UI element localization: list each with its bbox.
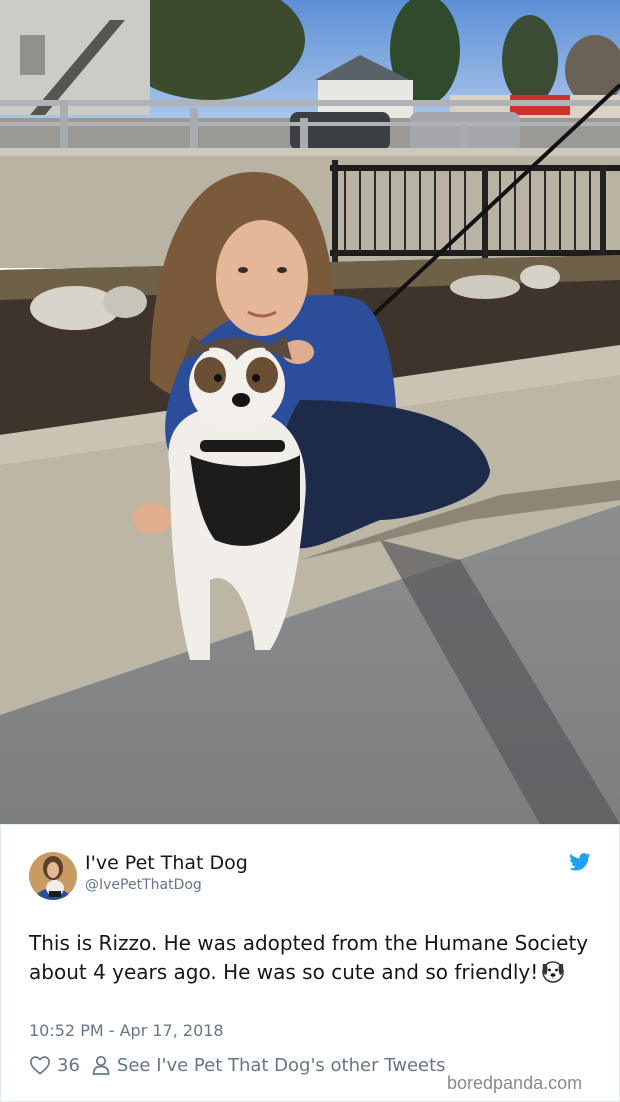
avatar[interactable] [29,852,77,900]
avatar-image [29,852,77,900]
heart-icon[interactable] [29,1055,51,1075]
tweet-screenshot: I've Pet That Dog @IvePetThatDog This is… [0,0,620,1102]
like-count[interactable]: 36 [57,1055,80,1076]
tweet-actions: 36 See I've Pet That Dog's other Tweets [29,1053,446,1077]
person-icon [92,1055,110,1075]
tweet-text: This is Rizzo. He was adopted from the H… [29,929,589,987]
watermark: boredpanda.com [447,1073,583,1093]
twitter-bird-icon[interactable] [569,853,591,871]
tweet-timestamp[interactable]: 10:52 PM - Apr 17, 2018 [29,1021,224,1041]
tweet-card: I've Pet That Dog @IvePetThatDog This is… [0,824,620,1102]
user-handle[interactable]: @IvePetThatDog [85,876,202,894]
tweet-body: This is Rizzo. He was adopted from the H… [29,931,589,984]
other-tweets-link[interactable]: See I've Pet That Dog's other Tweets [117,1055,446,1076]
dog-face-icon [542,961,565,983]
photo-illustration [0,0,620,824]
tweet-photo[interactable] [0,0,620,824]
display-name[interactable]: I've Pet That Dog [85,852,248,874]
